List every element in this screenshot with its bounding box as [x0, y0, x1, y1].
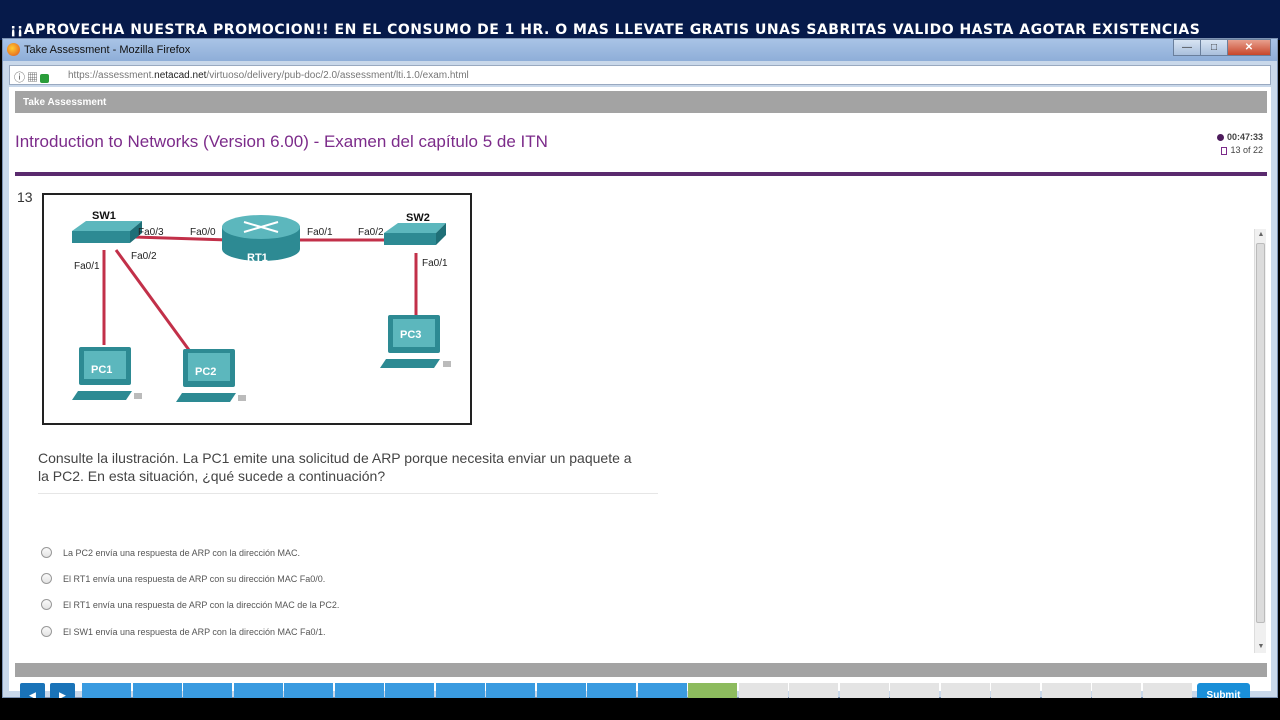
answer-option[interactable]: El SW1 envía una respuesta de ARP con la…	[41, 626, 325, 637]
exam-title: Introduction to Networks (Version 6.00) …	[15, 132, 548, 151]
topology-svg: SW1 SW2 RT1 PC1 PC2 PC3 Fa0/3 Fa0/0 Fa0/…	[72, 210, 451, 402]
sw1-label: SW1	[92, 210, 116, 222]
port-label: Fa0/1	[307, 227, 333, 238]
firefox-icon	[7, 43, 20, 56]
timer-panel: 00:47:33 13 of 22	[1216, 131, 1263, 157]
scroll-down-arrow-icon[interactable]: ▼	[1255, 641, 1267, 653]
switch-sw1-icon	[72, 221, 142, 243]
option-label[interactable]: El RT1 envía una respuesta de ARP con la…	[63, 600, 339, 610]
port-label: Fa0/2	[131, 251, 157, 262]
url-text[interactable]: https://assessment.netacad.net/virtuoso/…	[68, 70, 469, 81]
screen-bottom-bar	[0, 698, 1280, 720]
title-divider	[15, 172, 1267, 176]
window-controls: — □ ✕	[1173, 39, 1271, 56]
scroll-thumb[interactable]	[1256, 243, 1265, 623]
page-indicator: 13 of 22	[1230, 145, 1263, 155]
page-icon	[1221, 146, 1228, 155]
lock-icon	[40, 73, 49, 83]
port-label: Fa0/3	[138, 227, 164, 238]
port-label: Fa0/1	[422, 258, 448, 269]
radio-button[interactable]	[41, 626, 52, 637]
maximize-button[interactable]: □	[1200, 39, 1228, 56]
close-button[interactable]: ✕	[1227, 39, 1271, 56]
option-label[interactable]: El RT1 envía una respuesta de ARP con su…	[63, 574, 325, 584]
radio-button[interactable]	[41, 573, 52, 584]
radio-button[interactable]	[41, 599, 52, 610]
window-titlebar[interactable]: Take Assessment - Mozilla Firefox — □ ✕	[3, 39, 1277, 61]
port-label: Fa0/0	[190, 227, 216, 238]
minimize-button[interactable]: —	[1173, 39, 1201, 56]
pc2-label: PC2	[195, 366, 216, 378]
scroll-up-arrow-icon[interactable]: ▲	[1255, 229, 1267, 241]
promo-banner: ¡¡APROVECHA NUESTRA PROMOCION!! EN EL CO…	[0, 0, 1280, 40]
content-scrollbar[interactable]: ▲ ▼	[1254, 229, 1266, 653]
window-title: Take Assessment - Mozilla Firefox	[24, 44, 191, 56]
rt1-label: RT1	[247, 252, 268, 264]
footer-bar	[15, 663, 1267, 677]
answer-option[interactable]: La PC2 envía una respuesta de ARP con la…	[41, 547, 300, 558]
site-info-icons[interactable]: ⓘ▦	[14, 69, 49, 85]
port-label: Fa0/1	[74, 261, 100, 272]
sw2-label: SW2	[406, 212, 430, 224]
switch-sw2-icon	[384, 223, 446, 245]
pc1-label: PC1	[91, 364, 112, 376]
assessment-page: Take Assessment Introduction to Networks…	[9, 87, 1271, 711]
question-text: Consulte la ilustración. La PC1 emite un…	[38, 450, 632, 484]
radio-button[interactable]	[41, 547, 52, 558]
answer-option[interactable]: El RT1 envía una respuesta de ARP con la…	[41, 599, 339, 610]
answer-option[interactable]: El RT1 envía una respuesta de ARP con su…	[41, 573, 325, 584]
question-divider	[38, 493, 658, 494]
pc3-icon	[380, 315, 451, 368]
pc3-label: PC3	[400, 329, 421, 341]
option-label[interactable]: El SW1 envía una respuesta de ARP con la…	[63, 627, 325, 637]
network-diagram: SW1 SW2 RT1 PC1 PC2 PC3 Fa0/3 Fa0/0 Fa0/…	[42, 193, 472, 425]
timer-value: 00:47:33	[1226, 132, 1263, 142]
cable-sw1-pc2	[114, 249, 191, 351]
port-label: Fa0/2	[358, 227, 384, 238]
take-assessment-header: Take Assessment	[15, 91, 1267, 113]
address-bar[interactable]: ⓘ▦ https://assessment.netacad.net/virtuo…	[9, 65, 1271, 85]
browser-window: Take Assessment - Mozilla Firefox — □ ✕ …	[2, 38, 1278, 711]
clock-icon	[1216, 134, 1224, 142]
question-number: 13	[17, 189, 33, 205]
option-label[interactable]: La PC2 envía una respuesta de ARP con la…	[63, 548, 300, 558]
